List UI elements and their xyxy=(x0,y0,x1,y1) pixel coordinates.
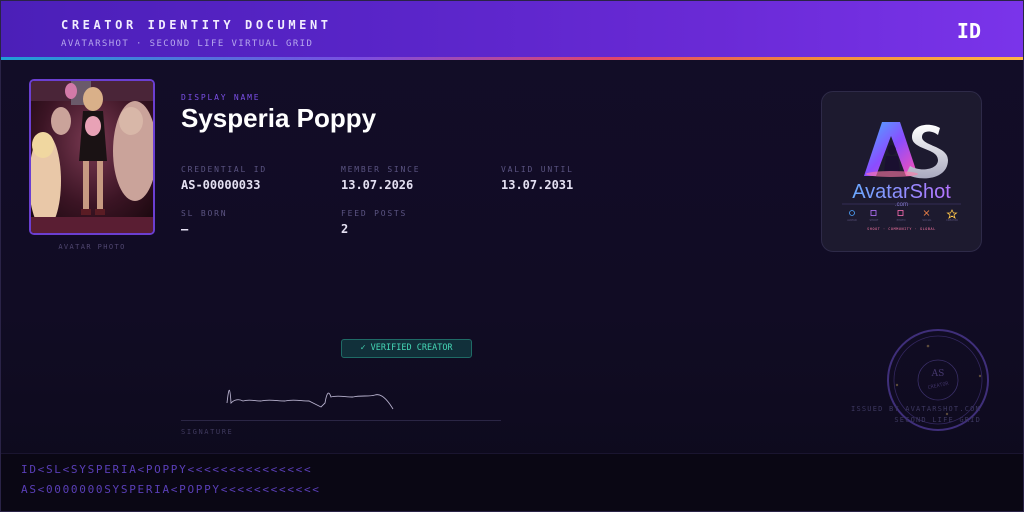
logo-wordmark: AvatarShot xyxy=(852,181,951,203)
svg-text:SHOOT: SHOOT xyxy=(870,218,879,222)
mrz-line-2: AS<0000000SYSPERIA<POPPY<<<<<<<<<<<< xyxy=(21,483,321,496)
issued-by: ISSUED BY AVATARSHOT.COM SECOND LIFE GRI… xyxy=(851,404,981,426)
identity-card: CREATOR IDENTITY DOCUMENT AVATARSHOT · S… xyxy=(0,0,1024,512)
svg-text:SOCIAL: SOCIAL xyxy=(922,218,932,222)
id-badge: ID xyxy=(956,19,981,43)
signature-image xyxy=(226,389,394,410)
header-accent-stripe xyxy=(1,57,1023,60)
svg-text:CREATOR: CREATOR xyxy=(946,218,958,222)
display-name-label: DISPLAY NAME xyxy=(181,93,261,102)
svg-text:AVATAR: AVATAR xyxy=(847,218,857,222)
signature-line xyxy=(181,420,501,421)
verified-creator-badge: ✓ VERIFIED CREATOR xyxy=(341,339,472,358)
member-since: 13.07.2026 xyxy=(341,178,414,192)
valid-until: 13.07.2031 xyxy=(501,178,574,192)
seal-text: CREATOR xyxy=(927,381,950,391)
card-header: CREATOR IDENTITY DOCUMENT AVATARSHOT · S… xyxy=(1,1,1023,57)
seal-monogram: AS xyxy=(931,369,945,379)
mrz-line-1: ID<SL<SYSPERIA<POPPY<<<<<<<<<<<<<<< xyxy=(21,463,313,476)
avatar-photo-image xyxy=(31,81,153,233)
sl-born: — xyxy=(181,222,189,236)
avatarshot-logo: AvatarShot .com AVATAR SHOOT PHOTO SOCIA… xyxy=(821,91,982,252)
logo-domain: .com xyxy=(895,202,908,208)
display-name: Sysperia Poppy xyxy=(181,103,377,133)
sl-born-label: SL BORN xyxy=(181,209,228,218)
signature-label: SIGNATURE xyxy=(181,428,234,436)
logo-tagline: SHOOT · COMMUNITY · GLOBAL xyxy=(867,227,936,231)
issued-by-line2: SECOND LIFE GRID xyxy=(894,416,981,424)
document-subtitle: AVATARSHOT · SECOND LIFE VIRTUAL GRID xyxy=(61,39,314,49)
machine-readable-zone: ID<SL<SYSPERIA<POPPY<<<<<<<<<<<<<<< AS<0… xyxy=(1,453,1023,511)
feed-posts-label: FEED POSTS xyxy=(341,209,408,218)
issued-by-line1: ISSUED BY AVATARSHOT.COM xyxy=(851,405,981,413)
avatar-photo xyxy=(29,79,155,235)
credential-id-label: CREDENTIAL ID xyxy=(181,165,268,174)
svg-text:PHOTO: PHOTO xyxy=(897,218,906,222)
avatar-photo-label: AVATAR PHOTO xyxy=(58,243,126,251)
document-title: CREATOR IDENTITY DOCUMENT xyxy=(61,18,332,32)
member-since-label: MEMBER SINCE xyxy=(341,165,421,174)
feed-posts: 2 xyxy=(341,222,349,236)
credential-id: AS-00000033 xyxy=(181,178,261,192)
valid-until-label: VALID UNTIL xyxy=(501,165,574,174)
avatarshot-logo-image: AvatarShot .com AVATAR SHOOT PHOTO SOCIA… xyxy=(842,122,961,231)
